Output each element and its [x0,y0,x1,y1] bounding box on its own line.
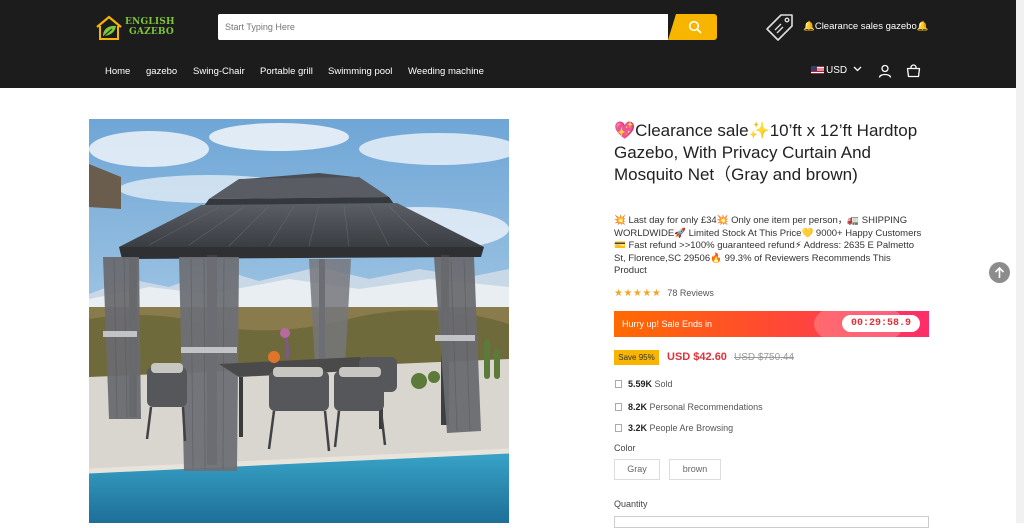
search-icon [688,20,702,34]
currency-code: USD [826,65,848,76]
rating-row[interactable]: ★★★★★ 78 Reviews [614,288,714,299]
stat-sold: 5.59K Sold [615,379,673,389]
product-description: 💥 Last day for only £34💥 Only one item p… [614,215,922,277]
color-option-brown[interactable]: brown [669,459,721,480]
site-logo[interactable]: ENGLISH GAZEBO [94,14,175,42]
stat-browsing: 3.2K People Are Browsing [615,423,733,433]
account-icon[interactable] [878,64,892,78]
stat-icon [615,424,622,432]
rating-stars: ★★★★★ [614,288,662,299]
nav-home[interactable]: Home [105,66,130,77]
currency-selector[interactable]: USD [811,65,862,76]
page-scrollbar[interactable] [1016,0,1024,523]
review-count[interactable]: 78 Reviews [667,288,714,298]
stat-value: 8.2K [628,402,648,412]
arrow-up-icon [994,266,1005,278]
header-bar: ENGLISH GAZEBO 🔔Clearance sales gazebo🔔 … [0,0,1024,88]
product-image[interactable] [89,119,509,523]
quantity-label: Quantity [614,499,648,509]
color-label: Color [614,443,636,453]
nav-swing-chair[interactable]: Swing-Chair [193,66,245,77]
stat-icon [615,403,622,411]
stat-value: 3.2K [628,423,648,433]
sale-ends-label: Hurry up! Sale Ends in [622,319,713,329]
color-option-gray[interactable]: Gray [614,459,660,480]
back-to-top-button[interactable] [989,262,1010,283]
logo-line-2: GAZEBO [129,27,174,37]
countdown-timer: 00:29:58.9 [842,315,920,332]
stat-label: Sold [654,379,673,389]
nav-portable-grill[interactable]: Portable grill [260,66,313,77]
nav-gazebo[interactable]: gazebo [146,66,177,77]
stat-label: Personal Recommendations [649,402,763,412]
gazebo-photo [89,119,509,523]
us-flag-icon [811,66,824,74]
product-title: 💖Clearance sale✨10’ft x 12’ft Hardtop Ga… [614,121,918,184]
nav-weeding-machine[interactable]: Weeding machine [408,66,484,77]
quantity-stepper[interactable] [614,516,929,528]
current-price: USD $42.60 [667,351,727,363]
logo-line-1: ENGLISH [125,17,175,27]
cart-icon[interactable] [906,64,921,78]
save-badge: Save 95% [614,350,659,365]
nav-swimming-pool[interactable]: Swimming pool [328,66,392,77]
search-field[interactable] [218,14,668,40]
search-input[interactable] [218,14,668,40]
chevron-down-icon [853,66,862,72]
stat-recommendations: 8.2K Personal Recommendations [615,402,763,412]
clearance-link[interactable]: 🔔Clearance sales gazebo🔔 [803,21,929,32]
original-price: USD $750.44 [734,352,795,363]
search-button[interactable] [668,14,717,40]
house-leaf-icon [96,15,122,40]
stat-icon [615,380,622,388]
stat-value: 5.59K [628,379,653,389]
stat-label: People Are Browsing [649,423,734,433]
price-tag-icon[interactable] [765,12,795,42]
